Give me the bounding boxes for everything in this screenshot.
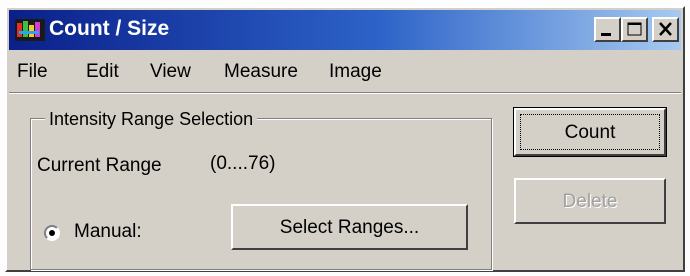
current-range-label: Current Range [37, 155, 162, 176]
menu-bar: File Edit View Measure Image [9, 52, 681, 90]
manual-radio[interactable] [44, 225, 60, 241]
count-button[interactable]: Count [513, 107, 667, 157]
select-ranges-label: Select Ranges... [279, 217, 420, 238]
minimize-button[interactable] [594, 17, 621, 42]
current-range-value: (0....76) [210, 153, 276, 174]
menu-edit[interactable]: Edit [86, 61, 119, 83]
select-ranges-button[interactable]: Select Ranges... [231, 204, 468, 250]
manual-label: Manual: [74, 221, 142, 242]
count-label: Count [564, 122, 616, 143]
multicolor-app-icon [15, 19, 45, 41]
menu-measure[interactable]: Measure [224, 61, 298, 83]
maximize-button[interactable] [621, 17, 648, 42]
count-size-window: Count / Size File Edit View Measure Imag… [5, 6, 685, 272]
menu-view[interactable]: View [150, 61, 191, 83]
title-bar[interactable]: Count / Size [9, 10, 681, 50]
menu-separator [9, 92, 681, 94]
window-title: Count / Size [49, 17, 170, 40]
delete-label: Delete [562, 191, 618, 212]
maximize-icon [627, 22, 642, 36]
menu-image[interactable]: Image [329, 61, 382, 83]
menu-file[interactable]: File [17, 61, 48, 83]
radio-selected-dot [49, 230, 55, 236]
close-button[interactable] [652, 17, 679, 42]
close-icon [659, 22, 672, 36]
delete-button[interactable]: Delete [514, 178, 666, 224]
intensity-range-group-title: Intensity Range Selection [45, 109, 258, 130]
minimize-icon [601, 33, 611, 36]
